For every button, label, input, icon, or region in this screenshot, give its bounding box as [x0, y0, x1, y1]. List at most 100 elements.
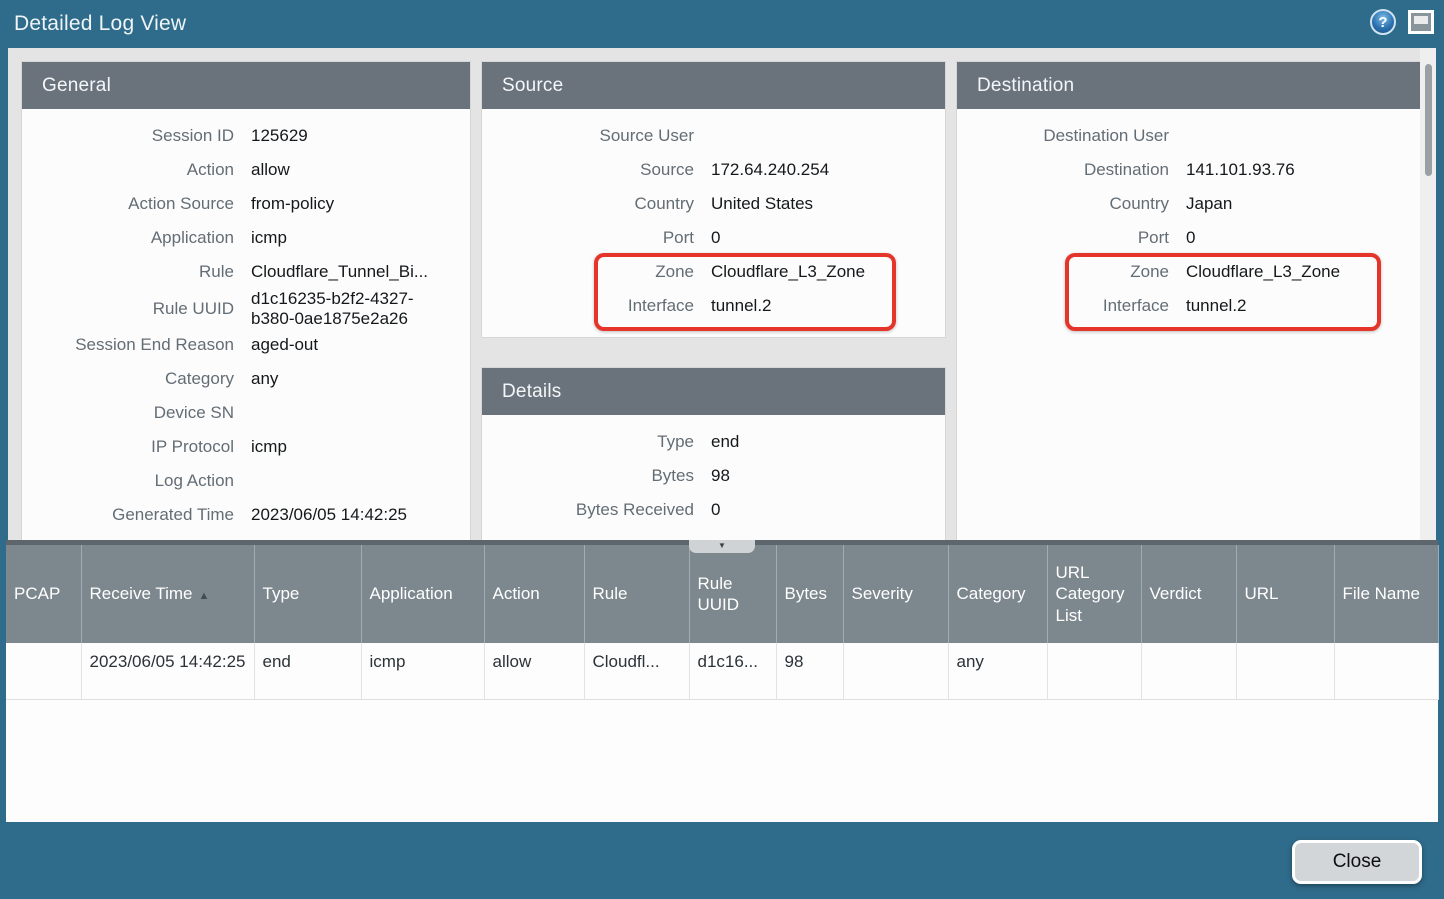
- help-icon[interactable]: ?: [1370, 9, 1396, 35]
- table-body: 2023/06/05 14:42:25endicmpallowCloudfl..…: [6, 643, 1438, 699]
- column-header-url[interactable]: URL: [1236, 545, 1334, 643]
- field-value: icmp: [251, 228, 452, 248]
- field-row-session-end-reason: Session End Reason aged-out: [22, 328, 470, 362]
- column-header-label: Rule UUID: [698, 574, 740, 614]
- column-header-type[interactable]: Type: [254, 545, 361, 643]
- source-panel: Source Source User Source172.64.240.254 Co…: [482, 62, 945, 337]
- field-value: 2023/06/05 14:42:25: [251, 505, 452, 525]
- collapse-handle[interactable]: ▼: [689, 540, 755, 553]
- maximize-window-icon[interactable]: [1408, 10, 1434, 34]
- log-table: PCAPReceive Time▲Type Application Action Ru…: [6, 545, 1439, 700]
- field-value: United States: [711, 194, 927, 214]
- field-value: icmp: [251, 437, 452, 457]
- column-header-label: Verdict: [1150, 584, 1202, 603]
- field-label: Interface: [482, 296, 694, 316]
- field-label: Log Action: [22, 471, 234, 491]
- column-header-rule[interactable]: Rule: [584, 545, 689, 643]
- field-row-device-sn: Device SN: [22, 396, 470, 430]
- field-label: Port: [957, 228, 1169, 248]
- details-panel-title: Details: [482, 368, 945, 415]
- field-row-bytes: Bytes98: [482, 459, 945, 493]
- field-value: 0: [1186, 228, 1402, 248]
- field-value: 125629: [251, 126, 452, 146]
- column-header-action[interactable]: Action: [484, 545, 584, 643]
- cell-severity: [843, 643, 948, 699]
- field-label: Country: [482, 194, 694, 214]
- field-label: Destination: [957, 160, 1169, 180]
- field-row-bytes-received: Bytes Received0: [482, 493, 945, 527]
- close-button[interactable]: Close: [1292, 840, 1422, 884]
- field-row-application: Application icmp: [22, 221, 470, 255]
- field-value: Japan: [1186, 194, 1402, 214]
- general-panel: General Session ID125629ActionallowActio…: [22, 62, 470, 540]
- log-table-section: ▼ PCAPReceive Time▲Type Application Action…: [6, 540, 1438, 822]
- column-header-severity[interactable]: Severity: [843, 545, 948, 643]
- column-header-label: Category: [957, 584, 1026, 603]
- field-value: 98: [711, 466, 927, 486]
- field-label: Generated Time: [22, 505, 234, 525]
- scrollbar-thumb[interactable]: [1425, 64, 1432, 176]
- column-header-file-name[interactable]: File Name: [1334, 545, 1438, 643]
- destination-panel-body: Destination User Destination 141.101.93.76…: [957, 109, 1420, 323]
- cell-category: any: [948, 643, 1047, 699]
- column-header-category[interactable]: Category: [948, 545, 1047, 643]
- cell-url: [1236, 643, 1334, 699]
- table-header-row: PCAPReceive Time▲Type Application Action Ru…: [6, 545, 1438, 643]
- column-header-label: File Name: [1343, 584, 1420, 603]
- cell-receive-time: 2023/06/05 14:42:25: [81, 643, 254, 699]
- column-header-receive-time[interactable]: Receive Time▲: [81, 545, 254, 643]
- window-glyph: [1414, 16, 1428, 24]
- field-value: from-policy: [251, 194, 452, 214]
- field-row-port: Port 0: [482, 221, 945, 255]
- field-label: Action: [22, 160, 234, 180]
- field-row-destination: Destination 141.101.93.76: [957, 153, 1420, 187]
- titlebar: Detailed Log View ?: [0, 0, 1444, 48]
- source-panel-body: Source User Source172.64.240.254 Country Un…: [482, 109, 945, 323]
- field-row-rule-uuid: Rule UUIDd1c16235-b2f2-4327-b380-0ae1875…: [22, 289, 470, 328]
- page-title: Detailed Log View: [0, 12, 186, 36]
- field-value: Cloudflare_L3_Zone: [1186, 262, 1402, 282]
- field-value: aged-out: [251, 335, 452, 355]
- field-value: end: [711, 432, 927, 452]
- column-header-verdict[interactable]: Verdict: [1141, 545, 1236, 643]
- field-label: Zone: [482, 262, 694, 282]
- column-header-label: Action: [493, 584, 540, 603]
- destination-panel-title: Destination: [957, 62, 1420, 109]
- field-row-interface: Interfacetunnel.2: [957, 289, 1420, 323]
- field-row-zone: Zone Cloudflare_L3_Zone: [957, 255, 1420, 289]
- field-label: Session End Reason: [22, 335, 234, 355]
- column-header-label: URL Category List: [1056, 563, 1125, 625]
- field-row-destination-user: Destination User: [957, 119, 1420, 153]
- field-value: 0: [711, 228, 927, 248]
- column-header-url-category-list[interactable]: URL Category List: [1047, 545, 1141, 643]
- field-label: Source User: [482, 126, 694, 146]
- column-header-label: Application: [370, 584, 453, 603]
- cell-url-category-list: [1047, 643, 1141, 699]
- destination-panel: Destination Destination User Destination 1…: [957, 62, 1420, 540]
- field-label: Zone: [957, 262, 1169, 282]
- field-label: Category: [22, 369, 234, 389]
- log-table-row[interactable]: 2023/06/05 14:42:25endicmpallowCloudfl..…: [6, 643, 1438, 699]
- column-header-rule-uuid[interactable]: Rule UUID: [689, 545, 776, 643]
- field-label: Destination User: [957, 126, 1169, 146]
- field-label: Source: [482, 160, 694, 180]
- general-panel-body: Session ID125629ActionallowAction Source…: [22, 109, 470, 532]
- cell-file-name: [1334, 643, 1438, 699]
- field-label: Port: [482, 228, 694, 248]
- details-panel: Details TypeendBytes98Bytes Received0: [482, 368, 945, 540]
- column-header-pcap[interactable]: PCAP: [6, 545, 81, 643]
- field-label: Action Source: [22, 194, 234, 214]
- field-value: 0: [711, 500, 927, 520]
- cell-rule: Cloudfl...: [584, 643, 689, 699]
- field-row-session-id: Session ID125629: [22, 119, 470, 153]
- column-header-bytes[interactable]: Bytes: [776, 545, 843, 643]
- field-value: 141.101.93.76: [1186, 160, 1402, 180]
- cell-verdict: [1141, 643, 1236, 699]
- column-header-label: URL: [1245, 584, 1279, 603]
- column-header-label: Severity: [852, 584, 913, 603]
- field-row-source: Source172.64.240.254: [482, 153, 945, 187]
- field-label: Application: [22, 228, 234, 248]
- cell-action: allow: [484, 643, 584, 699]
- column-header-application[interactable]: Application: [361, 545, 484, 643]
- cell-application: icmp: [361, 643, 484, 699]
